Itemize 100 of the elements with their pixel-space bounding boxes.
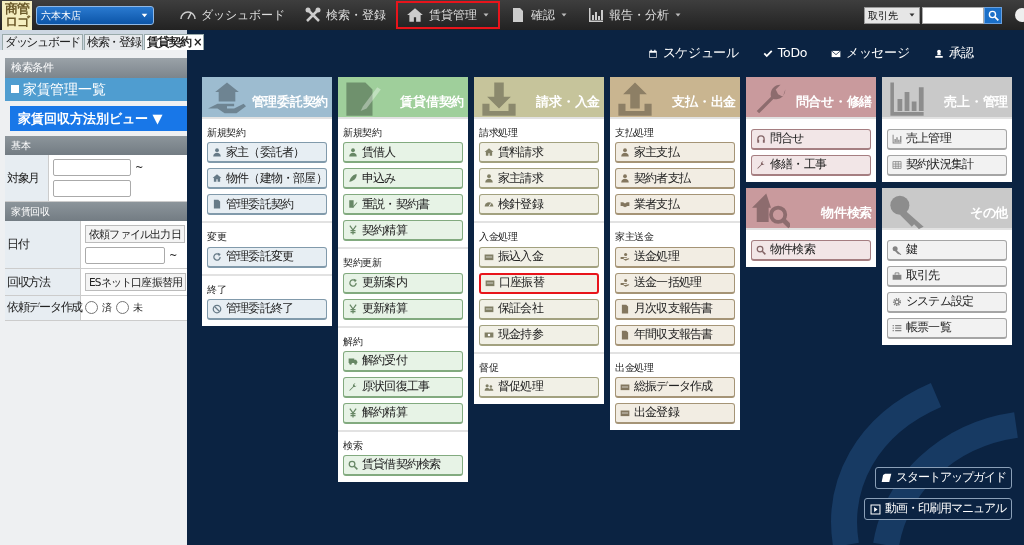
menu-button[interactable]: 問合せ <box>751 129 871 150</box>
pencil-icon <box>348 199 358 210</box>
search-button[interactable] <box>984 6 1002 24</box>
bar-chart-icon <box>588 7 604 23</box>
range-separator: ~ <box>169 249 178 264</box>
tab[interactable]: 検索・登録 <box>83 34 144 50</box>
menu-button[interactable]: 売上管理 <box>887 129 1007 150</box>
download-icon <box>480 80 518 118</box>
tab[interactable]: ダッシュボード <box>2 34 83 50</box>
header-link[interactable]: ToDo <box>762 44 808 63</box>
nav-item[interactable]: ダッシュボード <box>170 1 295 29</box>
menu-button[interactable]: 月次収支報告書 <box>615 298 735 320</box>
document-icon <box>212 199 222 210</box>
menu-button[interactable]: 送金一括処理 <box>615 272 735 294</box>
menu-button[interactable]: 更新案内 <box>343 272 463 294</box>
section-header: 基本 <box>5 136 187 156</box>
menu-button[interactable]: 重説・契約書 <box>343 194 463 216</box>
menu-button[interactable]: 送金処理 <box>615 246 735 268</box>
section-heading: 新規契約 <box>207 126 247 140</box>
tile-header: 賃貸借契約 <box>338 77 468 117</box>
radio-option[interactable]: 未 <box>115 300 143 316</box>
menu-button[interactable]: 賃料請求 <box>479 142 599 164</box>
month-input[interactable] <box>53 159 131 177</box>
menu-button[interactable]: 家主（委託者） <box>207 142 327 164</box>
nav-item[interactable]: 報告・分析 <box>578 1 692 29</box>
gauge-icon <box>484 199 494 210</box>
menu-button[interactable]: 申込み <box>343 168 463 190</box>
tab[interactable]: 賃貸契約 × <box>144 34 205 50</box>
partner-select[interactable]: 取引先 <box>864 6 920 24</box>
radio-option[interactable]: 済 <box>85 300 112 316</box>
people-icon <box>484 381 494 392</box>
range-separator: ~ <box>135 161 144 176</box>
check-icon <box>762 48 773 59</box>
date-input[interactable] <box>85 247 165 265</box>
yen-icon <box>348 407 358 418</box>
menu-button[interactable]: 家主支払 <box>615 142 735 164</box>
section-header: 家賃回収 <box>5 202 187 222</box>
menu-button[interactable]: 管理委託終了 <box>207 298 327 320</box>
menu-button[interactable]: 口座振替 <box>479 272 599 294</box>
header-link[interactable]: メッセージ <box>831 44 910 63</box>
yen-icon <box>348 303 358 314</box>
menu-button[interactable]: 修繕・工事 <box>751 155 871 176</box>
menu-button[interactable]: 管理委託契約 <box>207 194 327 216</box>
menu-button[interactable]: 年間収支報告書 <box>615 324 735 346</box>
guide-button[interactable]: 動画・印刷用マニュアル <box>864 498 1012 520</box>
menu-button[interactable]: 督促処理 <box>479 376 599 398</box>
menu-button[interactable]: 現金持参 <box>479 324 599 346</box>
store-select[interactable]: 六本木店 <box>36 5 154 25</box>
menu-button[interactable]: 原状回復工事 <box>343 376 463 398</box>
menu-button[interactable]: 家主請求 <box>479 168 599 190</box>
house-search-icon <box>752 191 790 229</box>
menu-button[interactable]: 総振データ作成 <box>615 376 735 398</box>
header-link[interactable]: スケジュール <box>647 44 739 63</box>
tile-header: 物件検索 <box>746 188 876 228</box>
refresh-icon <box>212 251 222 262</box>
month-input[interactable] <box>53 180 131 198</box>
menu-button[interactable]: 取引先 <box>887 266 1007 287</box>
document-icon <box>620 329 630 340</box>
menu-button[interactable]: 保証会社 <box>479 298 599 320</box>
table-icon <box>892 160 902 170</box>
nav-item[interactable]: 検索・登録 <box>295 1 396 29</box>
menu-button[interactable]: 契約精算 <box>343 220 463 242</box>
square-icon <box>11 85 19 94</box>
method-select[interactable]: ESネット口座振替用 <box>85 273 187 292</box>
menu-button[interactable]: 業者支払 <box>615 194 735 216</box>
menu-button[interactable]: 契約者支払 <box>615 168 735 190</box>
menu-button[interactable]: 契約状況集計 <box>887 155 1007 176</box>
menu-button[interactable]: 解約受付 <box>343 350 463 372</box>
section-heading: 支払処理 <box>615 126 655 140</box>
menu-button[interactable]: 振込入金 <box>479 246 599 268</box>
section-heading: 検索 <box>343 438 364 453</box>
person-icon <box>212 147 222 158</box>
view-dropdown-button[interactable]: 家賃回収方法別ビュー ▼ <box>10 105 187 132</box>
menu-button[interactable]: 賃借人 <box>343 142 463 164</box>
menu-button[interactable]: 物件（建物・部屋） <box>207 168 327 190</box>
menu-button[interactable]: 物件検索 <box>751 240 871 261</box>
menu-button[interactable]: 出金登録 <box>615 402 735 424</box>
menu-button[interactable]: 帳票一覧 <box>887 318 1007 339</box>
guide-button[interactable]: スタートアップガイド <box>875 467 1012 489</box>
person-icon <box>484 173 494 184</box>
menu-button[interactable]: 賃貸借契約検索 <box>343 455 463 476</box>
section-heading: 契約更新 <box>343 256 383 271</box>
wrench-icon <box>756 160 766 170</box>
nav-item[interactable]: 確認 <box>500 1 578 29</box>
menu-button[interactable]: 鍵 <box>887 240 1007 261</box>
card-icon <box>485 278 495 288</box>
search-field[interactable] <box>922 6 984 24</box>
menu-button[interactable]: 検針登録 <box>479 194 599 216</box>
menu-button[interactable]: 管理委託変更 <box>207 246 327 268</box>
logo: 商管ロゴ <box>2 1 32 30</box>
yen-icon <box>348 225 358 236</box>
field-label: 回収方法 <box>5 269 81 296</box>
menu-button[interactable]: 解約精算 <box>343 402 463 424</box>
tile-header: 支払・出金 <box>610 77 740 117</box>
date-type-select[interactable]: 依頼ファイル出力日 <box>85 225 185 244</box>
menu-button[interactable]: システム設定 <box>887 292 1007 313</box>
caret-icon <box>908 11 916 19</box>
menu-button[interactable]: 更新精算 <box>343 298 463 320</box>
nav-item[interactable]: 賃貸管理 <box>396 1 500 29</box>
header-link[interactable]: 承認 <box>933 44 974 63</box>
